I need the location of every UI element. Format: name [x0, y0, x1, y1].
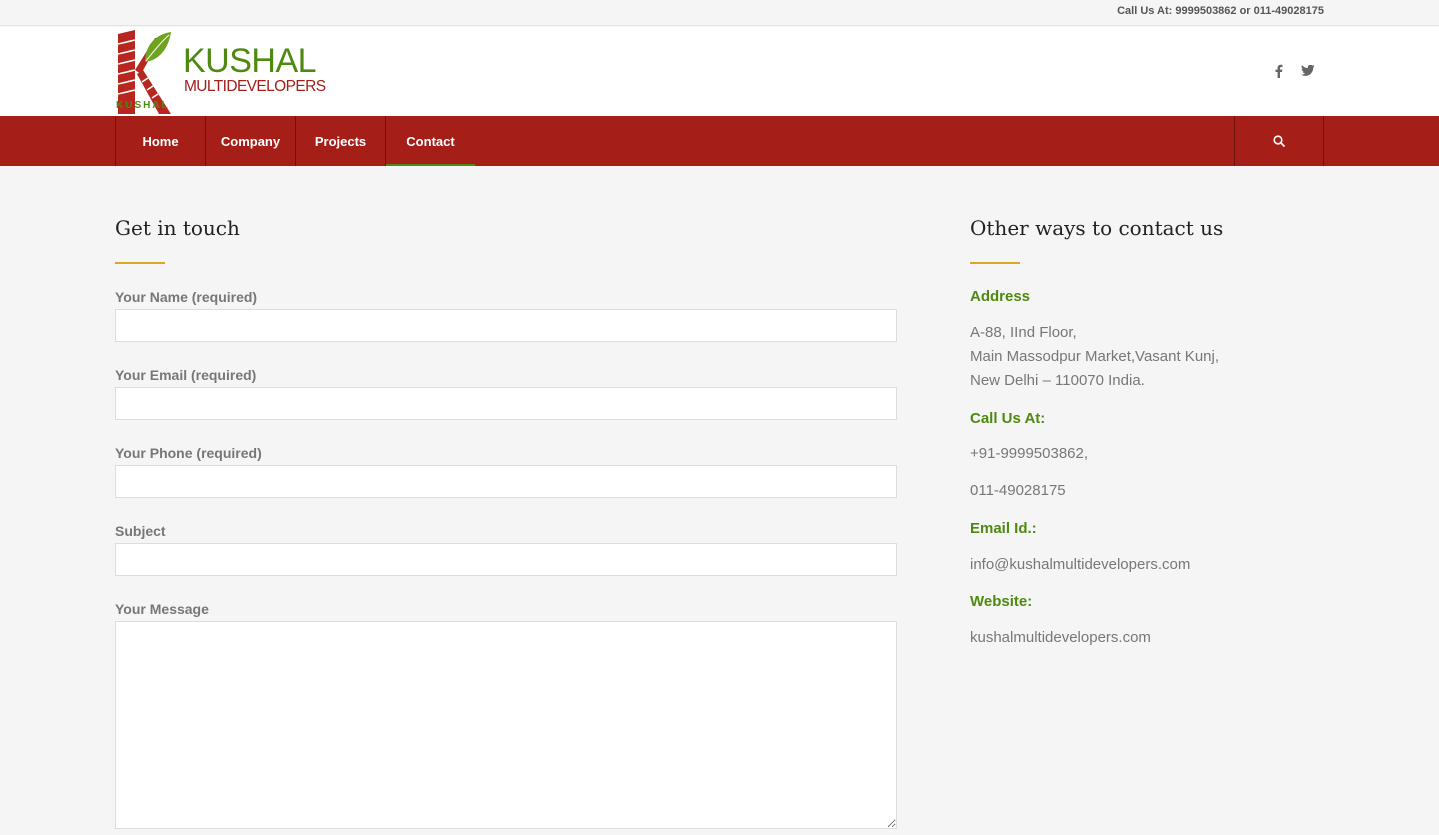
nav-item-contact[interactable]: Contact	[385, 116, 475, 166]
subject-label: Subject	[115, 523, 166, 539]
top-bar: Call Us At: 9999503862 or 011-49028175	[0, 0, 1439, 26]
email-label: Your Email (required)	[115, 367, 257, 383]
nav-item-label: Company	[220, 133, 281, 149]
email-field[interactable]	[115, 387, 897, 420]
name-label: Your Name (required)	[115, 289, 258, 305]
search-icon	[1272, 134, 1285, 147]
form-title: Get in touch	[115, 216, 240, 240]
email-heading: Email Id.:	[970, 520, 1037, 537]
logo-subtitle: MULTIDEVELOPERS	[184, 78, 326, 95]
address-heading: Address	[970, 288, 1031, 305]
website-address: kushalmultidevelopers.com	[970, 629, 1151, 646]
search-button[interactable]	[1234, 116, 1324, 166]
subject-field[interactable]	[115, 543, 897, 576]
nav-item-projects[interactable]: Projects	[295, 116, 385, 166]
nav-item-label: Projects	[314, 133, 367, 149]
email-address: info@kushalmultidevelopers.com	[970, 556, 1191, 573]
title-underline	[115, 262, 165, 264]
social-links	[1270, 63, 1316, 79]
nav-item-home[interactable]: Home	[115, 116, 205, 166]
site-logo[interactable]: KUSHAL MULTIDEVELOPERS KUSHAL	[115, 30, 330, 114]
phone-field[interactable]	[115, 465, 897, 498]
message-field[interactable]	[115, 621, 897, 829]
call-heading: Call Us At:	[970, 410, 1046, 427]
address-line: A-88, IInd Floor,	[970, 324, 1077, 341]
phone-number: 011-49028175	[970, 482, 1066, 499]
nav-item-label: Contact	[406, 133, 455, 149]
address-line: Main Massodpur Market,Vasant Kunj,	[970, 348, 1220, 365]
title-underline	[970, 262, 1020, 264]
contact-title: Other ways to contact us	[970, 216, 1224, 240]
facebook-icon[interactable]	[1270, 63, 1286, 79]
logo-small-text: KUSHAL	[116, 100, 170, 111]
phone-number: +91-9999503862,	[970, 445, 1089, 462]
website-heading: Website:	[970, 593, 1033, 610]
nav-item-company[interactable]: Company	[205, 116, 295, 166]
message-label: Your Message	[115, 601, 209, 617]
address-line: New Delhi – 110070 India.	[970, 372, 1145, 389]
phone-label: Your Phone (required)	[115, 445, 262, 461]
twitter-icon[interactable]	[1300, 63, 1316, 79]
name-field[interactable]	[115, 309, 897, 342]
logo-brand: KUSHAL	[183, 42, 317, 80]
main-nav: Home Company Projects Contact	[0, 116, 1439, 166]
nav-item-label: Home	[142, 133, 179, 149]
top-call-text: Call Us At: 9999503862 or 011-49028175	[1117, 5, 1324, 17]
header: KUSHAL MULTIDEVELOPERS KUSHAL	[0, 27, 1439, 116]
